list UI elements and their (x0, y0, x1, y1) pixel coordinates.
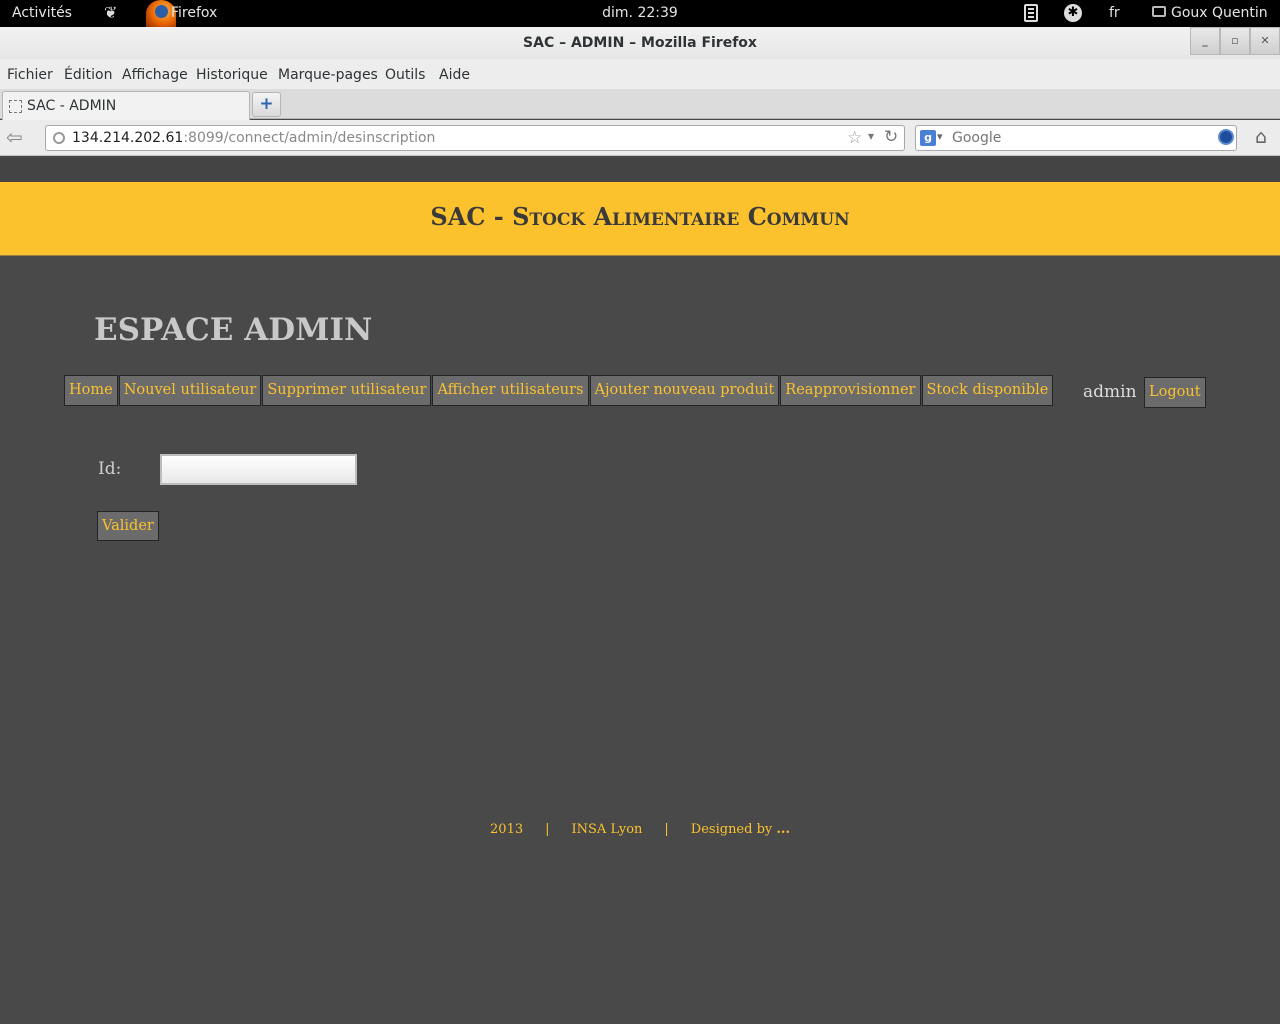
keyboard-language[interactable]: fr (1109, 5, 1120, 21)
reload-icon[interactable]: ↻ (884, 127, 898, 147)
chat-status-icon[interactable] (1152, 6, 1166, 17)
footer-separator: | (664, 822, 669, 837)
nav-home[interactable]: Home (64, 375, 118, 406)
valider-button[interactable]: Valider (97, 511, 159, 541)
current-username: admin (1083, 382, 1137, 402)
nav-nouvel-utilisateur[interactable]: Nouvel utilisateur (118, 375, 262, 406)
logout-button[interactable]: Logout (1144, 377, 1206, 408)
search-engine-dropdown-icon[interactable]: ▾ (937, 130, 943, 143)
tab-sac-admin[interactable]: SAC - ADMIN (2, 91, 250, 120)
page-content: SAC - Stock Alimentaire Commun ESPACE AD… (0, 157, 1280, 1024)
footer-designer: ... (776, 822, 790, 837)
url-host: 134.214.202.61 (72, 130, 184, 146)
menu-aide[interactable]: Aide (439, 67, 470, 83)
url-history-dropdown-icon[interactable]: ▾ (868, 129, 874, 143)
site-title: SAC - Stock Alimentaire Commun (430, 202, 850, 231)
minimize-button[interactable]: _ (1190, 27, 1220, 55)
search-input[interactable] (952, 129, 1202, 147)
menu-historique[interactable]: Historique (196, 67, 268, 83)
site-banner: SAC - Stock Alimentaire Commun (0, 182, 1280, 256)
menu-marque-pages[interactable]: Marque-pages (278, 67, 378, 83)
tab-strip: SAC - ADMIN + (0, 89, 1280, 120)
search-icon[interactable] (1218, 129, 1234, 145)
nav-ajouter-nouveau-produit[interactable]: Ajouter nouveau produit (589, 375, 780, 406)
home-icon[interactable]: ⌂ (1249, 126, 1273, 150)
window-controls: _ ▫ ✕ (1190, 27, 1280, 57)
nav-afficher-utilisateurs[interactable]: Afficher utilisateurs (432, 375, 589, 406)
window-title: SAC – ADMIN – Mozilla Firefox (523, 35, 757, 51)
menu-affichage[interactable]: Affichage (122, 67, 188, 83)
close-button[interactable]: ✕ (1250, 27, 1280, 55)
id-label: Id: (98, 459, 122, 479)
menu-fichier[interactable]: Fichier (7, 67, 53, 83)
menu-outils[interactable]: Outils (385, 67, 425, 83)
url-bar[interactable]: 134.214.202.61:8099/connect/admin/desins… (45, 125, 905, 151)
nav-stock-disponible[interactable]: Stock disponible (921, 375, 1054, 406)
top-stripe (0, 157, 1280, 182)
globe-icon[interactable] (53, 132, 65, 144)
clock[interactable]: dim. 22:39 (0, 5, 1280, 21)
footer-year: 2013 (490, 822, 524, 837)
page-icon (9, 100, 22, 113)
url-path: :8099/connect/admin/desinscription (183, 130, 436, 146)
menu-bar: Fichier Édition Affichage Historique Mar… (0, 59, 1280, 89)
nav-reapprovisionner[interactable]: Reapprovisionner (780, 375, 921, 406)
accessibility-icon[interactable]: ✱ (1064, 4, 1082, 22)
clipboard-icon[interactable] (1024, 4, 1038, 22)
footer-org: INSA Lyon (571, 822, 643, 837)
search-bar[interactable]: g ▾ (915, 125, 1237, 151)
admin-nav: Home Nouvel utilisateur Supprimer utilis… (64, 375, 1054, 406)
user-menu[interactable]: Goux Quentin (1171, 5, 1268, 21)
google-engine-icon[interactable]: g (920, 130, 936, 146)
bookmark-star-icon[interactable]: ☆ (847, 128, 862, 148)
gnome-top-bar: Activités ❦ Firefox dim. 22:39 ✱ fr Goux… (0, 0, 1280, 27)
id-input[interactable] (160, 454, 357, 485)
back-arrow-icon[interactable]: ⇦ (6, 126, 32, 150)
url-text[interactable]: 134.214.202.61:8099/connect/admin/desins… (72, 130, 435, 146)
page-title: ESPACE ADMIN (94, 312, 373, 348)
maximize-button[interactable]: ▫ (1220, 27, 1250, 55)
menu-edition[interactable]: Édition (64, 67, 112, 83)
footer-designed-by: Designed by (690, 822, 773, 837)
footer-separator: | (545, 822, 550, 837)
navigation-toolbar: ⇦ 134.214.202.61:8099/connect/admin/desi… (0, 120, 1280, 156)
nav-supprimer-utilisateur[interactable]: Supprimer utilisateur (262, 375, 432, 406)
new-tab-button[interactable]: + (252, 92, 281, 117)
window-titlebar: SAC – ADMIN – Mozilla Firefox _ ▫ ✕ (0, 27, 1280, 59)
page-footer: 2013 | INSA Lyon | Designed by ... (0, 822, 1280, 837)
tab-label: SAC - ADMIN (27, 98, 117, 114)
